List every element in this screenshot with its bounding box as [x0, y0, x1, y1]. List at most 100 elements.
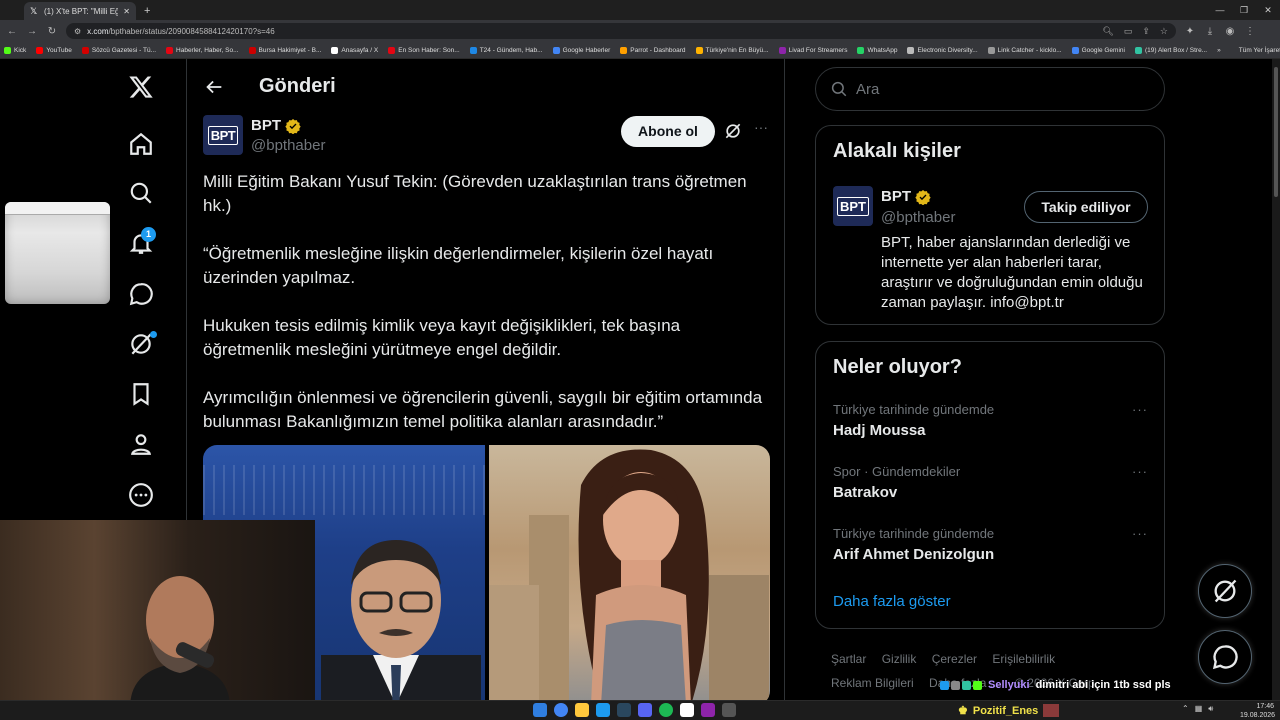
- close-tab-icon[interactable]: ✕: [123, 7, 130, 16]
- crown-icon: ♚: [958, 705, 968, 717]
- post-paragraph: Ayrımcılığın önlenmesi ve öğrencilerin g…: [203, 388, 763, 431]
- trend-more-icon[interactable]: ···: [1132, 402, 1148, 417]
- glass-overlay-image: [5, 202, 110, 304]
- bookmark-item[interactable]: Link Catcher - kicklo...: [987, 46, 1062, 54]
- reload-icon[interactable]: ↻: [46, 26, 58, 37]
- grok-fab-button[interactable]: [1198, 564, 1252, 618]
- url-host: x.com: [87, 26, 109, 36]
- author-name[interactable]: BPT: [251, 117, 301, 134]
- bookmark-item[interactable]: T24 - Gündem, Hab...: [469, 46, 543, 54]
- steam-icon[interactable]: [617, 703, 631, 717]
- author-avatar[interactable]: BPT: [203, 115, 243, 155]
- minimize-icon[interactable]: —: [1208, 0, 1232, 20]
- post-more-icon[interactable]: ···: [751, 119, 771, 139]
- bookmark-favicon-icon: [857, 46, 865, 54]
- subscribe-button[interactable]: Abone ol: [621, 116, 715, 147]
- volume-icon[interactable]: 🔊︎: [1208, 704, 1213, 714]
- app-icon[interactable]: [596, 703, 610, 717]
- back-nav-icon[interactable]: ←: [6, 26, 18, 37]
- footer-link[interactable]: Çerezler: [932, 652, 977, 666]
- bookmark-item[interactable]: (19) Alert Box / Stre...: [1134, 46, 1207, 54]
- bookmark-item[interactable]: Parrot - Dashboard: [620, 46, 686, 54]
- bookmark-item[interactable]: Electronic Diversity...: [907, 46, 978, 54]
- trend-item[interactable]: Spor · Gündemdekiler Batrakov ···: [833, 464, 1148, 501]
- footer-link[interactable]: Reklam Bilgileri: [831, 676, 914, 690]
- footer-link[interactable]: Gizlilik: [882, 652, 917, 666]
- bookmark-item[interactable]: Kick: [4, 46, 26, 54]
- related-handle[interactable]: @bpthaber: [881, 209, 955, 226]
- app-icon[interactable]: [701, 703, 715, 717]
- network-icon[interactable]: ▦: [1195, 704, 1203, 714]
- app-icon[interactable]: [680, 703, 694, 717]
- address-bar[interactable]: ⚙ x.com/bpthaber/status/2090084588412420…: [66, 23, 1176, 39]
- related-avatar[interactable]: BPT: [833, 186, 873, 226]
- star-icon[interactable]: ☆: [1160, 26, 1168, 37]
- bookmark-item[interactable]: Sözcü Gazetesi - Tü...: [81, 46, 156, 54]
- spotify-icon[interactable]: [659, 703, 673, 717]
- back-arrow-icon[interactable]: [203, 76, 225, 98]
- bookmark-item[interactable]: WhatsApp: [857, 46, 897, 54]
- scrollbar-thumb[interactable]: [1274, 67, 1278, 197]
- chevron-up-icon[interactable]: ⌃: [1182, 704, 1189, 714]
- nav-more[interactable]: [116, 473, 166, 517]
- bookmark-favicon-icon: [695, 46, 703, 54]
- x-logo-link[interactable]: [116, 65, 166, 109]
- bookmark-item[interactable]: Türkiye'nin En Büyü...: [695, 46, 769, 54]
- bookmark-item[interactable]: Google Gemini: [1071, 46, 1125, 54]
- trend-item[interactable]: Türkiye tarihinde gündemde Arif Ahmet De…: [833, 526, 1148, 563]
- x-favicon-icon: 𝕏: [30, 5, 38, 16]
- close-window-icon[interactable]: ✕: [1256, 0, 1280, 20]
- maximize-icon[interactable]: ❐: [1232, 0, 1256, 20]
- related-name[interactable]: BPT: [881, 188, 931, 205]
- footer-link[interactable]: Erişilebilirlik: [992, 652, 1055, 666]
- bookmark-item[interactable]: Livad For Streamers: [778, 46, 847, 54]
- nav-notifications[interactable]: 1: [116, 221, 166, 265]
- bookmark-item[interactable]: Bursa Hakimiyet - B...: [248, 46, 321, 54]
- windows-start-icon[interactable]: [533, 703, 547, 717]
- profile-icon[interactable]: ◉: [1224, 26, 1236, 37]
- cast-icon[interactable]: ▭: [1124, 26, 1133, 37]
- all-bookmarks-folder[interactable]: Tüm Yer İşaretleri: [1239, 47, 1280, 54]
- post-photo-teacher[interactable]: [488, 445, 770, 700]
- bookmark-item[interactable]: Google Haberler: [552, 46, 610, 54]
- verified-badge-icon: [285, 118, 301, 134]
- search-input[interactable]: Ara: [815, 67, 1165, 111]
- explorer-icon[interactable]: [575, 703, 589, 717]
- forward-nav-icon[interactable]: →: [26, 26, 38, 37]
- site-info-icon[interactable]: ⚙: [74, 27, 81, 36]
- share-icon[interactable]: ⇪: [1142, 26, 1150, 37]
- nav-bookmarks[interactable]: [116, 372, 166, 416]
- discord-icon[interactable]: [638, 703, 652, 717]
- new-tab-button[interactable]: +: [144, 2, 150, 20]
- messages-fab-button[interactable]: [1198, 630, 1252, 684]
- zoom-icon[interactable]: 🔍︎: [1102, 26, 1113, 37]
- bookmark-item[interactable]: Haberler, Haber, So...: [166, 46, 239, 54]
- trend-item[interactable]: Türkiye tarihinde gündemde Hadj Moussa ·…: [833, 402, 1148, 439]
- author-handle[interactable]: @bpthaber: [251, 137, 325, 154]
- chrome-icon[interactable]: [554, 703, 568, 717]
- nav-explore[interactable]: [116, 171, 166, 215]
- nav-profile[interactable]: [116, 422, 166, 466]
- trend-more-icon[interactable]: ···: [1132, 526, 1148, 541]
- bookmark-item[interactable]: YouTube: [36, 46, 72, 54]
- bookmark-item[interactable]: Anasayfa / X: [331, 46, 378, 54]
- extensions-icon[interactable]: ✦: [1184, 26, 1196, 37]
- footer-link[interactable]: Şartlar: [831, 652, 866, 666]
- bookmark-favicon-icon: [36, 46, 44, 54]
- following-button[interactable]: Takip ediliyor: [1024, 191, 1148, 223]
- nav-home[interactable]: [116, 122, 166, 166]
- bookmark-favicon-icon: [331, 46, 339, 54]
- grok-explain-icon[interactable]: [723, 121, 743, 141]
- bookmarks-overflow[interactable]: »Tüm Yer İşaretleri: [1217, 47, 1280, 54]
- nav-messages[interactable]: [116, 272, 166, 316]
- browser-tab-active[interactable]: 𝕏 (1) X'te BPT: "Milli Eğitim Bakan... ✕: [24, 2, 136, 20]
- show-more-link[interactable]: Daha fazla göster: [833, 593, 951, 610]
- nav-grok[interactable]: [116, 322, 166, 366]
- trend-more-icon[interactable]: ···: [1132, 464, 1148, 479]
- taskbar-clock[interactable]: 17:46 19.08.2026: [1240, 702, 1275, 720]
- settings-icon[interactable]: [722, 703, 736, 717]
- menu-icon[interactable]: ⋮: [1244, 26, 1256, 37]
- bookmark-favicon-icon: [469, 46, 477, 54]
- download-icon[interactable]: ⤓: [1204, 26, 1216, 37]
- bookmark-item[interactable]: En Son Haber: Son...: [388, 46, 460, 54]
